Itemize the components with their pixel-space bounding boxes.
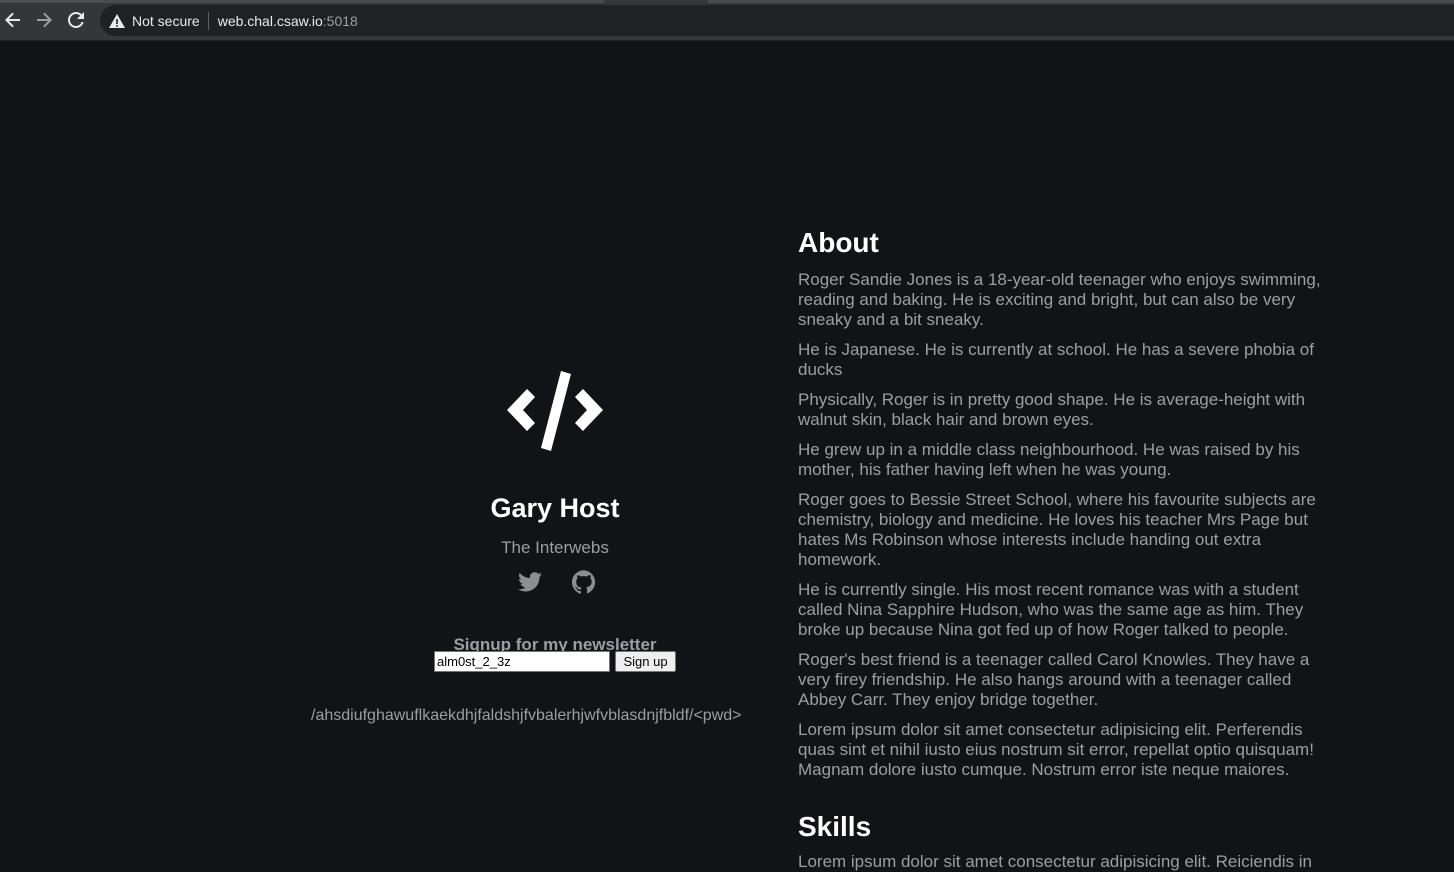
about-paragraph: Physically, Roger is in pretty good shap… xyxy=(798,390,1306,429)
hidden-path-text: /ahsdiufghawuflkaekdhjfaldshjfvbalerhjwf… xyxy=(311,707,742,724)
warning-icon[interactable] xyxy=(108,12,126,30)
github-icon[interactable] xyxy=(571,569,597,595)
signup-button[interactable]: Sign up xyxy=(615,651,676,672)
code-brackets-icon xyxy=(507,371,603,451)
about-heading: About xyxy=(798,227,879,258)
address-bar[interactable]: Not secure web.chal.csaw.io :5018 xyxy=(100,5,1454,36)
skills-paragraph: Lorem ipsum dolor sit amet consectetur a… xyxy=(798,852,1313,871)
forward-icon[interactable] xyxy=(34,10,54,30)
url-port[interactable]: :5018 xyxy=(323,13,358,29)
about-paragraph: Lorem ipsum dolor sit amet consectetur a… xyxy=(798,720,1314,779)
newsletter-form: Sign up xyxy=(434,651,678,672)
about-paragraph: He grew up in a middle class neighbourho… xyxy=(798,440,1300,479)
browser-toolbar: Not secure web.chal.csaw.io :5018 xyxy=(0,0,1454,41)
about-paragraph: He is Japanese. He is currently at schoo… xyxy=(798,340,1314,379)
newsletter-email-input[interactable] xyxy=(434,651,610,672)
twitter-icon[interactable] xyxy=(517,569,543,595)
omnibox-divider xyxy=(207,11,209,30)
about-paragraph: Roger goes to Bessie Street School, wher… xyxy=(798,490,1316,569)
reload-icon[interactable] xyxy=(66,10,86,30)
page-body: Gary Host The Interwebs Signup for my ne… xyxy=(0,41,1454,871)
security-label[interactable]: Not secure xyxy=(132,13,200,29)
about-paragraph: Roger's best friend is a teenager called… xyxy=(798,650,1310,709)
back-icon[interactable] xyxy=(3,10,23,30)
skills-heading: Skills xyxy=(798,811,872,842)
about-paragraph: He is currently single. His most recent … xyxy=(798,580,1304,639)
tab-strip-edge-right xyxy=(708,0,1454,3)
about-paragraph: Roger Sandie Jones is a 18-year-old teen… xyxy=(798,270,1321,329)
tab-strip-edge xyxy=(0,0,604,3)
profile-location: The Interwebs xyxy=(501,538,609,557)
profile-name: Gary Host xyxy=(490,493,620,523)
social-links xyxy=(517,569,597,595)
url-host[interactable]: web.chal.csaw.io xyxy=(218,13,323,29)
